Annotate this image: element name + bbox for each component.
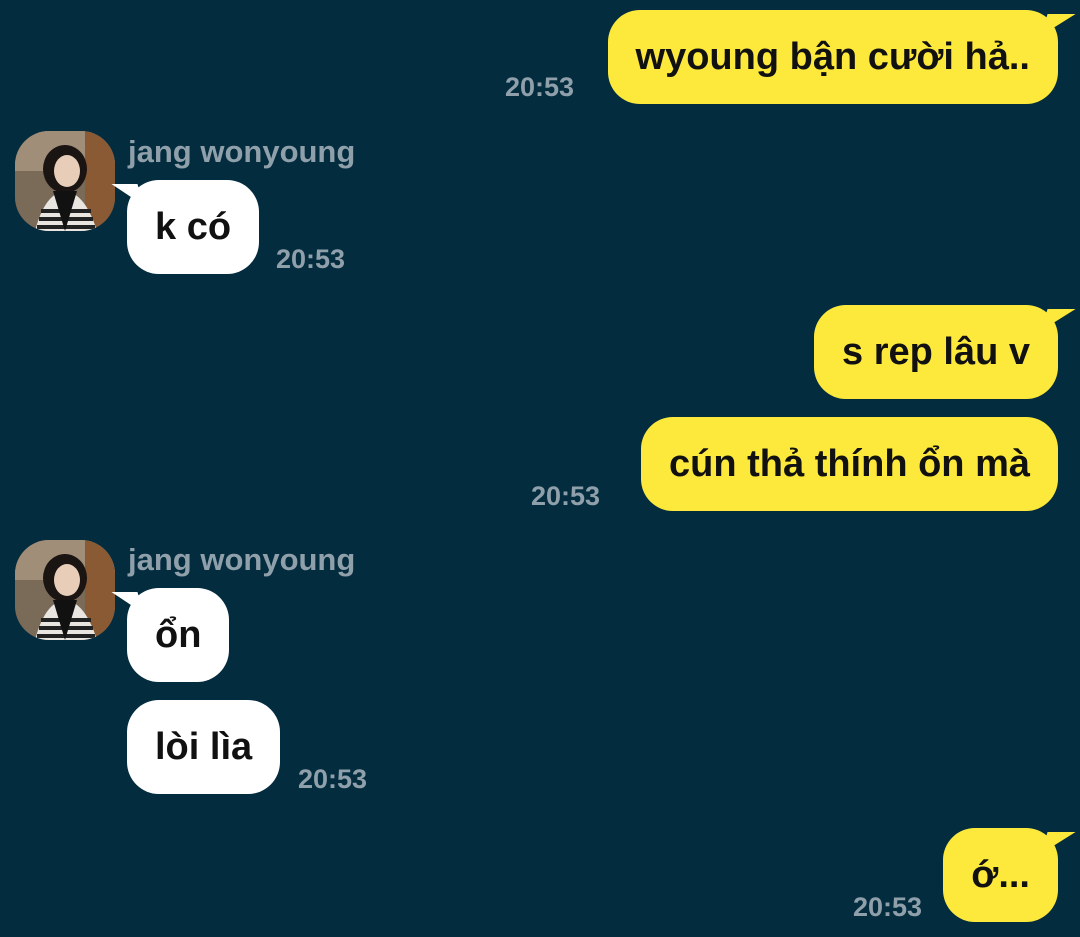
avatar-photo-icon: [15, 540, 115, 640]
message-text: ổn: [155, 614, 202, 656]
message-timestamp: 20:53: [276, 244, 346, 274]
message-timestamp: 20:53: [298, 764, 368, 794]
contact-avatar[interactable]: [15, 131, 115, 231]
message-text: lòi lìa: [155, 726, 253, 768]
avatar-photo-icon: [15, 131, 115, 231]
sender-name: jang wonyoung: [128, 542, 356, 577]
message-timestamp: 20:53: [853, 892, 923, 922]
message-bubble-received[interactable]: lòi lìa: [127, 700, 281, 794]
message-text: cún thả thính ổn mà: [669, 443, 1030, 485]
message-bubble-sent[interactable]: ớ...: [943, 828, 1058, 922]
message-bubble-received[interactable]: ổn: [127, 588, 230, 682]
message-text: wyoung bận cười hả..: [635, 36, 1030, 78]
sender-name: jang wonyoung: [128, 134, 356, 169]
message-bubble-sent[interactable]: wyoung bận cười hả..: [607, 10, 1058, 104]
message-text: s rep lâu v: [842, 331, 1030, 373]
message-timestamp: 20:53: [531, 481, 601, 511]
message-text: k có: [155, 206, 232, 248]
message-bubble-received[interactable]: k có: [127, 180, 260, 274]
contact-avatar[interactable]: [15, 540, 115, 640]
message-text: ớ...: [971, 854, 1030, 896]
message-bubble-sent[interactable]: s rep lâu v: [814, 305, 1058, 399]
message-bubble-sent[interactable]: cún thả thính ổn mà: [641, 417, 1058, 511]
message-timestamp: 20:53: [505, 72, 575, 102]
